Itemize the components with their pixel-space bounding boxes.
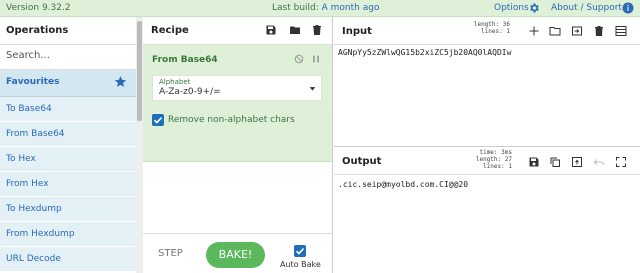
length-label: length: [475, 156, 502, 163]
step-button[interactable]: STEP [158, 248, 183, 259]
save-icon[interactable] [265, 24, 277, 36]
operation-item[interactable]: From Hex [0, 172, 136, 197]
top-banner: Version 9.32.2 Last build: A month ago O… [0, 0, 640, 17]
last-build-link[interactable]: A month ago [322, 3, 380, 13]
auto-bake-label[interactable]: Auto Bake [280, 260, 321, 269]
output-text[interactable]: .cic.seip@myolbd.com.CI@@20 [338, 180, 468, 189]
recipe-panel: Recipe From Base64 Alphabet A-Za-z0-9+/= [143, 17, 333, 273]
operations-list: To Base64 From Base64 To Hex From Hex To… [0, 97, 136, 272]
add-icon[interactable] [528, 25, 540, 37]
output-lines: 1 [508, 163, 512, 170]
operation-item[interactable]: From Hexdump [0, 222, 136, 247]
output-time: 3ms [501, 149, 512, 156]
trash-icon[interactable] [593, 25, 605, 37]
input-title: Input [342, 26, 372, 37]
last-build: Last build: A month ago [272, 3, 379, 13]
operation-item[interactable]: URL Decode [0, 247, 136, 272]
scrollbar-thumb[interactable] [137, 21, 142, 121]
options-link[interactable]: Options [494, 3, 529, 13]
length-label: length: [473, 21, 500, 28]
open-file-icon[interactable] [571, 25, 583, 37]
recipe-title: Recipe [151, 25, 189, 36]
remove-non-alphabet-label[interactable]: Remove non-alphabet chars [168, 115, 295, 125]
caret-down-icon [309, 85, 316, 92]
from-base64-operation: From Base64 Alphabet A-Za-z0-9+/= Remove… [143, 45, 332, 162]
input-stats: length: 36 lines: 1 [462, 21, 510, 35]
input-text[interactable]: AGNpYy5zZWlwQG15b2xiZC5jb20AQ0lAQDIw [338, 48, 511, 57]
trash-icon[interactable] [311, 24, 323, 36]
operations-title: Operations [0, 17, 142, 45]
operation-item[interactable]: To Base64 [0, 97, 136, 122]
recipe-header: Recipe [143, 17, 332, 45]
undo-icon[interactable] [593, 156, 605, 168]
input-header: Input length: 36 lines: 1 [334, 17, 640, 45]
lines-label: lines: [481, 28, 503, 35]
alphabet-label: Alphabet [159, 78, 191, 86]
bake-button[interactable]: BAKE! [206, 242, 265, 268]
favourites-category[interactable]: Favourites [0, 70, 136, 97]
favourites-label: Favourites [6, 77, 60, 87]
operations-panel: Operations Search... Favourites To Base6… [0, 17, 143, 273]
operation-title: From Base64 [152, 55, 218, 65]
replace-input-icon[interactable] [571, 156, 583, 168]
recipe-controls: STEP BAKE! Auto Bake [143, 233, 332, 273]
open-folder-icon[interactable] [549, 25, 561, 37]
gear-icon[interactable] [528, 2, 540, 14]
info-icon[interactable] [622, 2, 634, 14]
about-support-link[interactable]: About / Support [551, 3, 622, 13]
folder-icon[interactable] [289, 24, 301, 36]
operation-item[interactable]: To Hexdump [0, 197, 136, 222]
version-label: Version 9.32.2 [6, 3, 71, 13]
operations-scrollbar[interactable] [136, 17, 143, 273]
alphabet-value: A-Za-z0-9+/= [159, 87, 221, 97]
input-panel: Input length: 36 lines: 1 AGNpYy5zZWlwQG… [334, 17, 640, 145]
last-build-prefix: Last build: [272, 3, 322, 13]
operation-item[interactable]: From Base64 [0, 122, 136, 147]
lines-label: lines: [483, 163, 505, 170]
input-length: 36 [502, 21, 510, 28]
input-lines: 1 [506, 28, 510, 35]
remove-non-alphabet-checkbox[interactable] [152, 114, 164, 126]
star-icon [114, 75, 127, 88]
output-title: Output [342, 156, 382, 167]
operation-item[interactable]: To Hex [0, 147, 136, 172]
output-stats: time: 3ms length: 27 lines: 1 [462, 149, 512, 170]
output-length: 27 [504, 156, 512, 163]
auto-bake-checkbox[interactable] [294, 245, 306, 257]
output-panel: Output time: 3ms length: 27 lines: 1 .ci… [334, 146, 640, 273]
search-input[interactable]: Search... [0, 45, 142, 70]
pause-icon[interactable] [311, 54, 321, 64]
copy-icon[interactable] [549, 156, 561, 168]
output-header: Output time: 3ms length: 27 lines: 1 [334, 147, 640, 175]
fullscreen-icon[interactable] [615, 156, 627, 168]
layout-icon[interactable] [615, 25, 627, 37]
time-label: time: [479, 149, 498, 156]
alphabet-select[interactable]: Alphabet A-Za-z0-9+/= [152, 75, 322, 101]
disable-icon[interactable] [294, 54, 304, 64]
save-icon[interactable] [528, 156, 540, 168]
